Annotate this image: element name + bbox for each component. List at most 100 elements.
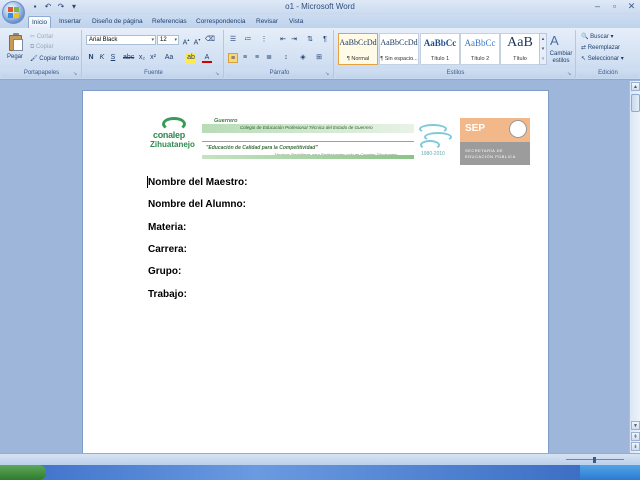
style-no-spacing[interactable]: AaBbCcDd ¶ Sin espacio...: [379, 33, 419, 65]
decrease-indent-icon[interactable]: ⇤: [278, 35, 288, 45]
anniversary-emblem: 1980-2010: [416, 120, 456, 160]
format-painter-button[interactable]: 🖌 Copiar formato: [30, 55, 79, 62]
font-name-combo[interactable]: Arial Black ▾: [86, 35, 156, 45]
change-case-icon[interactable]: Aa: [164, 53, 174, 63]
emblem-years: 1980-2010: [421, 151, 445, 157]
style-sample: AaBbCcDd: [339, 38, 377, 47]
tab-insertar[interactable]: Insertar: [56, 16, 84, 28]
style-name: Título 2: [470, 56, 490, 62]
cut-button[interactable]: ✂ Cortar: [30, 33, 53, 40]
tab-inicio[interactable]: Inicio: [28, 16, 52, 28]
highlight-icon[interactable]: ab: [186, 53, 196, 63]
field-subject[interactable]: Materia:: [148, 222, 186, 233]
tab-vista[interactable]: Vista: [286, 16, 306, 28]
office-button[interactable]: [2, 1, 25, 24]
editing-group-label: Edición: [578, 69, 638, 78]
strikethrough-icon[interactable]: abc: [123, 53, 134, 63]
paste-icon[interactable]: [7, 32, 25, 52]
change-styles-icon[interactable]: A: [550, 33, 559, 48]
select-label: Seleccionar: [587, 56, 620, 62]
style-sample: AaBbCc: [423, 38, 457, 48]
vertical-scrollbar[interactable]: ▲ ▼ ⇞ ⇟: [629, 81, 640, 453]
tab-correspondencia[interactable]: Correspondencia: [193, 16, 249, 28]
next-page-icon[interactable]: ⇟: [631, 442, 640, 451]
office-logo-icon: [8, 7, 20, 19]
previous-page-icon[interactable]: ⇞: [631, 432, 640, 441]
scroll-thumb[interactable]: [631, 94, 640, 112]
increase-indent-icon[interactable]: ⇥: [289, 35, 299, 45]
style-heading-1[interactable]: AaBbCc Título 1: [420, 33, 460, 65]
window-controls: – ▫ ✕: [591, 1, 638, 12]
scroll-up-icon[interactable]: ▲: [631, 82, 640, 91]
style-name: ¶ Normal: [346, 56, 370, 62]
style-name: Título: [513, 56, 527, 62]
bullets-icon[interactable]: ☰: [228, 35, 238, 45]
sep-word: SEP: [465, 123, 486, 134]
field-assignment[interactable]: Trabajo:: [148, 289, 187, 300]
font-size-combo[interactable]: 12 ▾: [157, 35, 179, 45]
paste-button-label[interactable]: Pegar: [7, 54, 23, 60]
style-sample: AaBbCc: [464, 38, 496, 48]
paragraph-group-label: Párrafo: [226, 69, 333, 78]
grow-font-icon[interactable]: A▴: [181, 35, 191, 46]
banner-college: Colegio de Educación Profesional Técnica…: [240, 125, 373, 130]
justify-icon[interactable]: ≣: [264, 53, 274, 63]
tab-diseno-pagina[interactable]: Diseño de página: [89, 16, 146, 28]
clipboard-group: Pegar ✂ Cortar ⧉ Copiar 🖌 Copiar formato…: [2, 30, 82, 78]
tab-revisar[interactable]: Revisar: [253, 16, 281, 28]
field-student-name[interactable]: Nombre del Alumno:: [148, 199, 246, 210]
shrink-font-icon[interactable]: A▾: [192, 35, 202, 46]
sort-icon[interactable]: ⇅: [305, 35, 315, 45]
zoom-slider[interactable]: [560, 457, 630, 463]
font-group: Arial Black ▾ 12 ▾ A▴ A▾ ⌫ N K S abc x₂ x²…: [84, 30, 224, 78]
find-button[interactable]: 🔍 Buscar ▾: [581, 33, 614, 40]
shading-icon[interactable]: ◈: [298, 53, 308, 63]
style-heading-2[interactable]: AaBbCc Título 2: [460, 33, 500, 65]
align-right-icon[interactable]: ≡: [252, 53, 262, 63]
zoom-knob[interactable]: [593, 457, 596, 463]
tab-referencias[interactable]: Referencias: [149, 16, 190, 28]
italic-icon[interactable]: K: [97, 53, 107, 63]
field-group[interactable]: Grupo:: [148, 266, 181, 277]
field-teacher-name[interactable]: Nombre del Maestro:: [148, 177, 247, 188]
copy-button[interactable]: ⧉ Copiar: [30, 44, 54, 51]
style-normal[interactable]: AaBbCcDd ¶ Normal: [338, 33, 378, 65]
superscript-icon[interactable]: x²: [148, 53, 158, 63]
multilevel-list-icon[interactable]: ⋮: [259, 35, 269, 45]
numbering-icon[interactable]: ≔: [243, 35, 253, 45]
mexico-seal-icon: [509, 120, 527, 138]
close-icon[interactable]: ✕: [625, 1, 638, 12]
clipboard-launcher-icon[interactable]: ↘: [73, 71, 79, 77]
find-label: Buscar: [590, 34, 609, 40]
select-button[interactable]: ↖ Seleccionar ▾: [581, 55, 624, 62]
show-marks-icon[interactable]: ¶: [320, 35, 330, 45]
align-left-icon[interactable]: ≡: [228, 53, 238, 63]
start-button[interactable]: [0, 465, 46, 480]
paragraph-launcher-icon[interactable]: ↘: [325, 71, 331, 77]
subscript-icon[interactable]: x₂: [137, 53, 147, 63]
editing-group: 🔍 Buscar ▾ ⇄ Reemplazar ↖ Seleccionar ▾ …: [578, 30, 638, 78]
conalep-mark-icon: [162, 117, 186, 131]
styles-gallery-scroll[interactable]: ▴ ▾ ▿: [539, 33, 547, 65]
style-title[interactable]: AaB Título: [500, 33, 540, 65]
styles-launcher-icon[interactable]: ↘: [567, 71, 573, 77]
style-name: ¶ Sin espacio...: [380, 56, 418, 62]
maximize-icon[interactable]: ▫: [608, 1, 621, 12]
bold-icon[interactable]: N: [86, 53, 96, 63]
borders-icon[interactable]: ⊞: [314, 53, 324, 63]
align-center-icon[interactable]: ≡: [240, 53, 250, 63]
cut-label: Cortar: [36, 34, 54, 40]
replace-button[interactable]: ⇄ Reemplazar: [581, 44, 620, 51]
font-launcher-icon[interactable]: ↘: [215, 71, 221, 77]
line-spacing-icon[interactable]: ↕: [281, 53, 291, 63]
font-color-icon[interactable]: A: [202, 53, 212, 63]
paragraph-group: ☰ ≔ ⋮ ⇤ ⇥ ⇅ ¶ ≡ ≡ ≡ ≣ ↕ ◈ ⊞ Párrafo ↘: [226, 30, 334, 78]
change-styles-button[interactable]: Cambiar estilos: [548, 51, 574, 65]
field-career[interactable]: Carrera:: [148, 244, 187, 255]
format-painter-label: Copiar formato: [39, 56, 79, 62]
clear-format-icon[interactable]: ⌫: [205, 35, 215, 45]
minimize-icon[interactable]: –: [591, 1, 604, 12]
scroll-down-icon[interactable]: ▼: [631, 421, 640, 430]
underline-icon[interactable]: S: [108, 53, 118, 63]
replace-label: Reemplazar: [587, 45, 621, 51]
